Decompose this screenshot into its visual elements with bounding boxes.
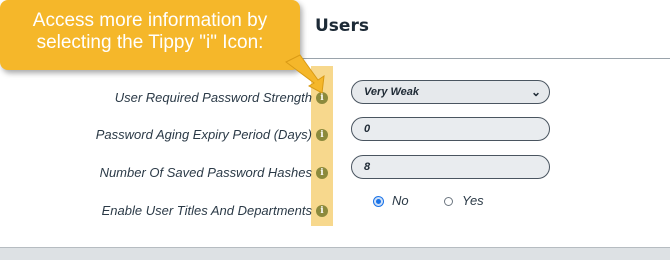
page-title: Users [315, 16, 369, 36]
radio-option-no[interactable]: No [374, 193, 409, 208]
tip-callout: Access more information by selecting the… [0, 0, 300, 70]
password-strength-value: Very Weak [364, 86, 420, 98]
password-aging-info-icon[interactable]: i [316, 129, 328, 141]
tip-callout-text: Access more information by selecting the… [32, 10, 268, 53]
saved-password-hashes-info-icon[interactable]: i [316, 167, 328, 179]
user-titles-label: Enable User Titles And Departments [101, 203, 312, 218]
password-strength-label: User Required Password Strength [114, 90, 312, 105]
radio-option-yes[interactable]: Yes [444, 193, 484, 208]
password-strength-info-icon[interactable]: i [316, 92, 328, 104]
footer-bar [0, 247, 670, 260]
chevron-down-icon: ⌄ [530, 85, 541, 99]
radio-selected-icon[interactable] [374, 197, 383, 206]
radio-label-yes: Yes [462, 193, 484, 208]
radio-unselected-icon[interactable] [444, 197, 453, 206]
password-aging-input[interactable]: 0 [351, 117, 550, 141]
password-aging-label: Password Aging Expiry Period (Days) [95, 127, 312, 142]
info-icon-highlight [311, 66, 333, 226]
saved-password-hashes-label: Number Of Saved Password Hashes [99, 165, 312, 180]
user-titles-info-icon[interactable]: i [316, 205, 328, 217]
password-strength-select[interactable]: Very Weak ⌄ [351, 80, 550, 104]
radio-label-no: No [392, 193, 409, 208]
settings-panel [0, 59, 670, 247]
saved-password-hashes-input[interactable]: 8 [351, 155, 550, 179]
